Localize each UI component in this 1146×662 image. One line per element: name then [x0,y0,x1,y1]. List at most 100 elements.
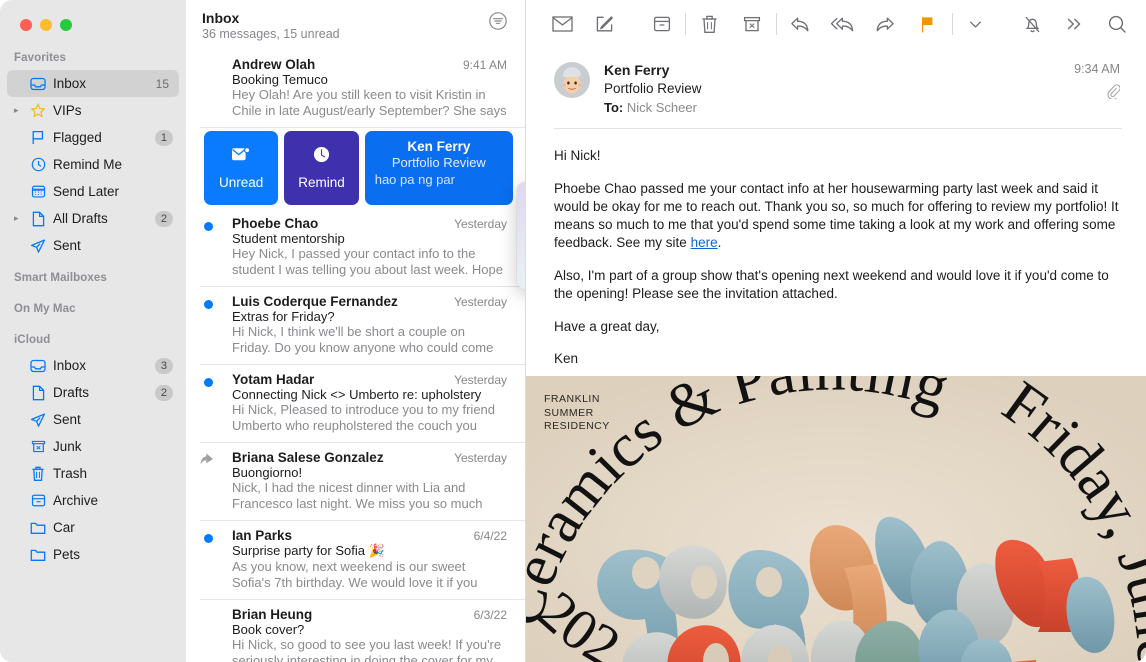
message-sender: Luis Coderque Fernandez [232,294,398,309]
menu-item-remind-tomorrow[interactable]: Remind me Tomorrow [517,235,525,259]
calendar-icon [27,184,49,199]
attachment-poster[interactable]: FRANKLIN SUMMER RESIDENCY amics & P ng F… [526,376,1146,662]
message-preview: Hi Nick, I think we'll be short a couple… [232,324,494,355]
filter-icon[interactable] [485,8,511,34]
swipe-action-label: Unread [219,174,264,190]
zoom-window-button[interactable] [60,19,72,31]
chevrons-right-icon[interactable] [1060,9,1089,39]
list-item[interactable]: Andrew Olah 9:41 AM Booking Temuco Hey O… [200,50,525,128]
swipe-actions-row[interactable]: Unread Remind Ken Ferry Portfolio Review… [186,128,525,209]
junk-button[interactable] [738,9,767,39]
list-item-selected[interactable]: Ken Ferry Portfolio Review hao pa ng par [364,131,513,205]
menu-item-remind-tonight[interactable]: Remind me Tonight [517,211,525,235]
chevron-down-icon[interactable] [961,9,990,39]
message-subject: Portfolio Review [604,81,702,96]
message-date: Yesterday [454,451,507,465]
sidebar-item-count: 15 [155,76,169,91]
sidebar-item-flagged[interactable]: Flagged 1 [7,124,179,151]
sidebar-item-archive[interactable]: Archive [7,487,179,514]
sidebar-item-remind-me[interactable]: Remind Me [7,151,179,178]
sidebar-item-pets[interactable]: Pets [7,541,179,568]
list-item[interactable]: Yotam Hadar Yesterday Connecting Nick <>… [200,365,525,443]
sidebar-item-trash[interactable]: Trash [7,460,179,487]
body-signature: Ken [554,351,579,366]
message-preview: Hi Nick, Pleased to introduce you to my … [232,402,496,433]
reply-button[interactable] [785,9,814,39]
sidebar-item-label: All Drafts [53,211,108,226]
sidebar-item-count: 2 [154,384,173,401]
remind-swipe-button[interactable]: Remind [284,131,359,205]
sidebar-item-vips[interactable]: ▸ VIPs [7,97,179,124]
mark-unread-swipe-button[interactable]: Unread [204,131,279,205]
sidebar-item-sent-icloud[interactable]: Sent [7,406,179,433]
archive-icon [27,493,49,508]
mark-unread-button[interactable] [548,9,577,39]
sidebar: Favorites Inbox 15 ▸ VIPs Flagged 1 Remi… [0,0,186,662]
forward-button[interactable] [871,9,900,39]
flag-filled-icon[interactable] [914,9,943,39]
reading-pane: Ken Ferry Portfolio Review To: Nick Sche… [526,0,1146,662]
sidebar-item-send-later[interactable]: Send Later [7,178,179,205]
sidebar-section-icloud: iCloud [14,334,51,346]
sidebar-item-all-drafts[interactable]: ▸ All Drafts 2 [7,205,179,232]
flag-icon [27,130,49,145]
reply-all-button[interactable] [828,9,857,39]
menu-item-remind-1-hour[interactable]: Remind me in 1 hour [517,187,525,211]
body-signoff: Have a great day, [554,319,660,334]
sidebar-item-label: Inbox [53,76,87,91]
sidebar-item-inbox-icloud[interactable]: Inbox 3 [7,352,179,379]
sidebar-item-label: Archive [53,493,99,508]
sidebar-item-sent-favorites[interactable]: Sent [7,232,179,259]
message-sender: Ken Ferry [407,139,471,154]
inbox-icon [27,359,49,373]
list-item[interactable]: Ian Parks 6/4/22 Surprise party for Sofi… [200,521,525,600]
bell-slash-icon[interactable] [1018,9,1047,39]
document-icon [27,211,49,227]
message-recipients: To: Nick Scheer [604,100,1074,115]
message-header-text: Ken Ferry Portfolio Review To: Nick Sche… [590,62,1074,115]
mailbox-status: 36 messages, 15 unread [202,27,340,41]
list-item[interactable]: Phoebe Chao Yesterday Student mentorship… [200,209,525,287]
sidebar-item-count: 3 [154,357,173,374]
remind-me-context-menu[interactable]: Remind me in 1 hour Remind me Tonight Re… [517,182,525,289]
portfolio-link[interactable]: here [691,235,718,250]
folder-icon [27,548,49,562]
list-item[interactable]: Luis Coderque Fernandez Yesterday Extras… [200,287,525,365]
chevron-right-icon[interactable]: ▸ [14,106,27,115]
body-paragraph-2: Also, I'm part of a group show that's op… [554,268,1109,301]
list-item[interactable]: Brian Heung 6/3/22 Book cover? Hi Nick, … [200,600,525,662]
sidebar-item-junk[interactable]: Junk [7,433,179,460]
chevron-right-icon[interactable]: ▸ [14,214,27,223]
message-subject: Buongiorno! [232,465,303,480]
delete-button[interactable] [695,9,724,39]
message-date: 9:41 AM [462,58,507,72]
sidebar-item-label: Sent [53,412,81,427]
archive-button[interactable] [647,9,676,39]
to-label: To: [604,100,624,115]
paperclip-icon[interactable] [1074,84,1121,104]
list-item[interactable]: Briana Salese Gonzalez Yesterday Buongio… [200,443,525,521]
minimize-window-button[interactable] [40,19,52,31]
poster-kicker-line1: FRANKLIN [544,393,600,405]
toolbar-divider [685,13,686,35]
message-subject: Connecting Nick <> Umberto re: upholster… [232,387,482,402]
message-preview: As you know, next weekend is our sweet S… [232,559,478,590]
message-subject: Student mentorship [232,231,345,246]
sidebar-item-label: Sent [53,238,81,253]
close-window-button[interactable] [20,19,32,31]
compose-button[interactable] [591,9,620,39]
message-subject: Extras for Friday? [232,309,335,324]
sidebar-item-inbox-favorites[interactable]: Inbox 15 [7,70,179,97]
body-paragraph-1: Phoebe Chao passed me your contact info … [554,180,1120,252]
document-icon [27,385,49,401]
menu-item-remind-later[interactable]: Remind me Later... [517,259,525,283]
message-date: Yesterday [454,373,507,387]
message-date: Yesterday [454,295,507,309]
message-list[interactable]: Inbox 36 messages, 15 unread Andrew Olah… [186,0,526,662]
search-icon[interactable] [1103,9,1132,39]
message-time: 9:34 AM [1074,62,1120,76]
message-subject: Portfolio Review [391,155,486,170]
sidebar-item-drafts-icloud[interactable]: Drafts 2 [7,379,179,406]
sidebar-item-label: Inbox [53,358,87,373]
sidebar-item-car[interactable]: Car [7,514,179,541]
